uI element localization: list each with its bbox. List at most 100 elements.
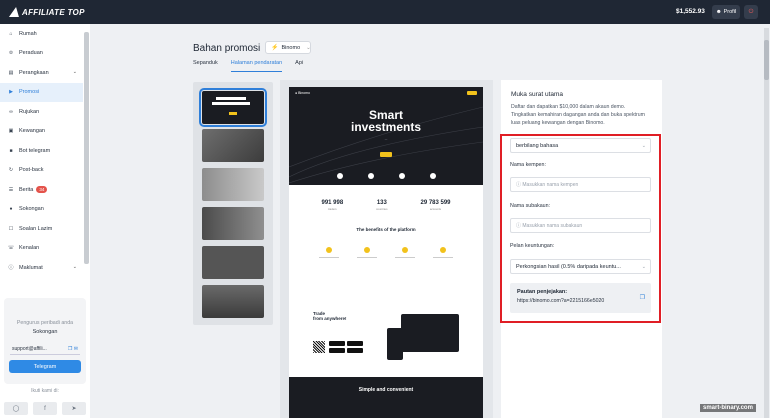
top-bar: AFFILIATE TOP $1,552.93 ☻ Profil ⏻ [0, 0, 770, 24]
feature-icon [430, 173, 436, 179]
feature-icon [399, 173, 405, 179]
preview-hero: ● Binomo Smart investments — [289, 87, 483, 185]
subaccount-input[interactable]: ⓘ Masukkan nama subakaun [510, 218, 651, 233]
sidebar-item-promosi[interactable]: ▶ Promosi [0, 82, 83, 102]
feature-icon [368, 173, 374, 179]
logo-text: AFFILIATE TOP [22, 7, 85, 17]
profile-button[interactable]: ☻ Profil [712, 5, 740, 19]
wallet-icon: ▣ [8, 128, 14, 135]
tab-sepanduk[interactable]: Sepanduk [193, 60, 218, 72]
hero-lines-decoration [289, 106, 483, 184]
chevron-down-icon: ⌄ [72, 69, 77, 75]
facebook-icon[interactable]: f [33, 402, 57, 415]
page-scrollbar[interactable] [764, 28, 769, 418]
campaign-placeholder: Masukkan nama kempen [522, 181, 579, 188]
page-title: Bahan promosi [193, 43, 261, 54]
tab-api[interactable]: Api [295, 60, 303, 72]
benefit-text [357, 257, 377, 259]
sidebar-item-label: Maklumat [19, 264, 43, 271]
campaign-input[interactable]: ⓘ Masukkan nama kempen [510, 177, 651, 192]
sidebar-item-kenalan[interactable]: ☏ Kenalan [0, 239, 83, 259]
landing-thumbnail[interactable] [202, 285, 264, 318]
sidebar-item-label: Perangkaan [19, 69, 49, 76]
tab-halaman-pendaratan[interactable]: Halaman pendaratan [230, 60, 283, 72]
profit-plan-select[interactable]: Perkongsian hasil (0.5% daripada keuntu.… [510, 259, 651, 274]
user-icon: ☻ [715, 9, 722, 15]
landing-page-preview: ● Binomo Smart investments — 991 998 trade… [289, 87, 483, 418]
sidebar-item-post-back[interactable]: ↻ Post-back [0, 161, 83, 181]
sidebar-item-kewangan[interactable]: ▣ Kewangan [0, 122, 83, 142]
preview-trade-title: Trade from anywhere! [313, 311, 347, 321]
sidebar-item-rujukan[interactable]: ∞ Rujukan [0, 102, 83, 122]
sidebar-item-maklumat[interactable]: ⓘ Maklumat ⌄ [0, 258, 83, 278]
sidebar-item-sokongan[interactable]: ● Sokongan [0, 200, 83, 220]
instagram-icon[interactable]: ◯ [4, 402, 28, 415]
sidebar-item-soalan-lazim[interactable]: ☐ Soalan Lazim [0, 219, 83, 239]
preview-hero-subtitle: — [384, 138, 388, 141]
chevron-down-icon: ⌄ [641, 143, 646, 149]
store-badge [347, 348, 363, 353]
subaccount-placeholder: Masukkan nama subakaun [522, 222, 583, 229]
info-icon: ⓘ [8, 265, 14, 272]
sidebar-item-rumah[interactable]: ⌂ Rumah [0, 24, 83, 44]
qr-code [313, 341, 325, 353]
brand-selector[interactable]: ⚡ Binomo ⌄ [265, 41, 311, 54]
campaign-label: Nama kempen: [510, 162, 546, 168]
preview-cta-button [380, 152, 392, 157]
trophy-icon: ♔ [8, 50, 14, 57]
language-select[interactable]: berbilang bahasa ⌄ [510, 138, 651, 153]
stat-item: 991 998 traders [321, 199, 344, 211]
landing-thumbnail[interactable] [202, 207, 264, 240]
logo[interactable]: AFFILIATE TOP [10, 7, 85, 17]
preview-hero-title: Smart investments [350, 108, 422, 134]
news-count-badge: 34 [36, 186, 48, 194]
sidebar-nav: ⌂ Rumah ♔ Peraduan ▤ Perangkaan ⌄ ▶ Promosi ∞… [0, 24, 83, 286]
sidebar-item-label: Rujukan [19, 108, 40, 115]
support-name: Sokongan [32, 329, 58, 335]
benefit-icon [402, 247, 408, 253]
balance: $1,552.93 [676, 8, 705, 15]
sidebar-item-peraduan[interactable]: ♔ Peraduan [0, 44, 83, 64]
preview-login-button [467, 91, 477, 95]
tracking-link-url[interactable]: https://binomo.com?a=2215166e5020 [517, 298, 604, 304]
faq-icon: ☐ [8, 225, 14, 232]
link-icon: ∞ [9, 108, 13, 115]
preview-logo: ● Binomo [295, 91, 310, 95]
mail-icon[interactable]: ✉ [74, 346, 78, 352]
preview-stats: 991 998 traders 133 countries 29 783 599 ac… [289, 185, 483, 225]
landing-thumbnail[interactable] [202, 168, 264, 201]
chevron-down-icon: ⌄ [641, 264, 646, 270]
sidebar-item-berita[interactable]: ☰ Berita 34 [0, 180, 83, 200]
telegram-icon[interactable]: ➤ [62, 402, 86, 415]
benefit-icon [364, 247, 370, 253]
landing-thumbnail[interactable] [202, 246, 264, 279]
app-store-badge [329, 341, 345, 346]
subaccount-label: Nama subakaun: [510, 203, 551, 209]
landing-thumbnail[interactable] [199, 88, 267, 127]
support-email: support@affili... ❐ ✉ [10, 343, 80, 355]
tracking-link-box: Pautan penjejakan: https://binomo.com?a=… [510, 283, 651, 313]
store-badge [329, 348, 345, 353]
page-scrollbar-thumb[interactable] [764, 40, 769, 80]
support-icon: ● [9, 206, 13, 213]
news-icon: ☰ [8, 186, 14, 193]
profit-plan-label: Pelan keuntungan: [510, 243, 555, 249]
sidebar-item-bot-telegram[interactable]: ■ Bot telegram [0, 141, 83, 161]
brand-selector-value: Binomo [281, 44, 301, 51]
landing-preview[interactable]: ● Binomo Smart investments — 991 998 trade… [280, 80, 493, 418]
bot-icon: ■ [9, 147, 13, 154]
copy-icon[interactable]: ❐ [68, 346, 72, 352]
sidebar-item-perangkaan[interactable]: ▤ Perangkaan ⌄ [0, 63, 83, 83]
bolt-icon: ⚡ [271, 45, 279, 51]
megaphone-icon: ▶ [9, 89, 13, 96]
tracking-link-title: Pautan penjejakan: [517, 289, 568, 295]
telegram-button[interactable]: Telegram [9, 360, 81, 373]
landing-thumbnail-list [193, 82, 273, 325]
landing-thumbnail[interactable] [202, 129, 264, 162]
sidebar-scrollbar[interactable] [84, 32, 89, 264]
copy-icon[interactable]: ❐ [640, 294, 645, 301]
benefit-icon [440, 247, 446, 253]
language-select-value: berbilang bahasa [516, 142, 559, 149]
logout-button[interactable]: ⏻ [744, 5, 758, 19]
postback-icon: ↻ [8, 167, 14, 174]
